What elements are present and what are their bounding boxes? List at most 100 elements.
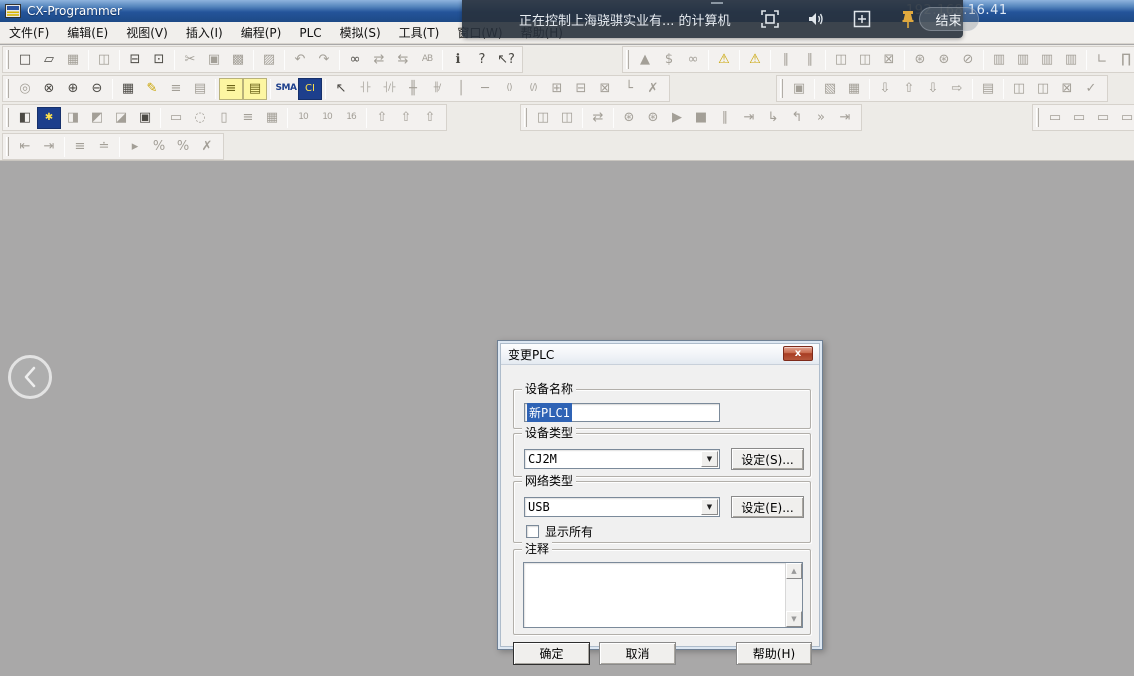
io-comment-icon[interactable]: ▭ — [164, 107, 188, 129]
save-icon[interactable]: ▦ — [61, 49, 85, 71]
toolbar-grip[interactable] — [6, 108, 9, 127]
network-type-settings-button[interactable]: 设定(E)... — [731, 496, 804, 518]
ladder-monitor-icon[interactable]: ≡ — [219, 78, 243, 100]
chevron-down-icon[interactable]: ▼ — [701, 499, 718, 515]
percent-2-icon[interactable]: % — [171, 136, 195, 158]
list-top-icon[interactable]: ≡ — [68, 136, 92, 158]
menu-item-5[interactable]: PLC — [290, 23, 330, 43]
info-icon[interactable]: ℹ — [446, 49, 470, 71]
drag-handle-icon[interactable] — [708, 0, 726, 7]
network-type-select[interactable]: USB ▼ — [524, 497, 720, 517]
context-help-icon[interactable]: ↖? — [494, 49, 518, 71]
menu-item-2[interactable]: 视图(V) — [117, 21, 177, 44]
percent-1-icon[interactable]: % — [147, 136, 171, 158]
contact-no-icon[interactable]: ┤├ — [353, 78, 377, 100]
window-close-icon[interactable]: ⊠ — [877, 49, 901, 71]
force-off-icon[interactable]: ⊛ — [932, 49, 956, 71]
transfer-to-plc-icon[interactable]: ⇩ — [873, 78, 897, 100]
sim-fast-forward-icon[interactable]: » — [809, 107, 833, 129]
io-bit-2-icon[interactable]: ▭ — [1067, 107, 1091, 129]
find-ab-icon[interactable]: AB — [415, 49, 439, 71]
new-file-icon[interactable]: □ — [13, 49, 37, 71]
toolbar-grip[interactable] — [6, 79, 9, 98]
paste-icon[interactable]: ▩ — [226, 49, 250, 71]
compare-icon[interactable]: ⇄ — [367, 49, 391, 71]
contact-nc-icon[interactable]: ┤/├ — [377, 78, 401, 100]
monitor-2-icon[interactable]: ◫ — [1031, 78, 1055, 100]
hex-display-icon[interactable]: 16 — [339, 107, 363, 129]
find-icon[interactable]: ∞ — [343, 49, 367, 71]
force-cancel-icon[interactable]: ⊘ — [956, 49, 980, 71]
sim-run-mode-icon[interactable]: ⊛ — [641, 107, 665, 129]
show-ct-icon[interactable]: CI — [298, 78, 322, 100]
ladder-tree-icon[interactable]: ▤ — [243, 78, 267, 100]
toolbar-grip[interactable] — [6, 50, 9, 69]
cross-reference-icon[interactable]: ◩ — [85, 107, 109, 129]
toolbar-grip[interactable] — [524, 108, 527, 127]
program-check-icon[interactable]: ▣ — [787, 78, 811, 100]
io-memory-3-icon[interactable]: ▥ — [1035, 49, 1059, 71]
partial-transfer-icon[interactable]: ⇨ — [945, 78, 969, 100]
toolbar-grip[interactable] — [6, 137, 9, 156]
sim-step-out-icon[interactable]: ↰ — [785, 107, 809, 129]
properties-icon[interactable]: ▣ — [133, 107, 157, 129]
watch-window-icon[interactable]: ◨ — [61, 107, 85, 129]
menu-item-7[interactable]: 工具(T) — [390, 21, 449, 44]
find-warning-icon[interactable]: ∞ — [681, 49, 705, 71]
comment-icon[interactable]: ✎ — [140, 78, 164, 100]
select-tool-icon[interactable]: ↖ — [329, 78, 353, 100]
pin-icon[interactable] — [897, 8, 919, 30]
sim-window-2-icon[interactable]: ◫ — [555, 107, 579, 129]
print-preview-icon[interactable]: ⊡ — [147, 49, 171, 71]
scroll-down-icon[interactable]: ▼ — [786, 611, 802, 627]
filter-icon[interactable]: ▲ — [633, 49, 657, 71]
io-bit-4-icon[interactable]: ▭ — [1115, 107, 1134, 129]
device-type-settings-button[interactable]: 设定(S)... — [731, 448, 804, 470]
function-block-icon[interactable]: ⊞ — [545, 78, 569, 100]
chevron-down-icon[interactable]: ▼ — [701, 451, 718, 467]
help-icon[interactable]: ? — [470, 49, 494, 71]
plc-error-log-icon[interactable]: ⚠ — [743, 49, 767, 71]
sidebar-toggle-button[interactable] — [8, 355, 52, 399]
address-reference-icon[interactable]: ◪ — [109, 107, 133, 129]
symbol-window-icon[interactable]: ▯ — [212, 107, 236, 129]
output-window-icon[interactable]: ✱ — [37, 107, 61, 129]
io-bit-1-icon[interactable]: ▭ — [1043, 107, 1067, 129]
indent-right-icon[interactable]: ⇥ — [37, 136, 61, 158]
window-2-icon[interactable]: ◫ — [853, 49, 877, 71]
pause-flag-icon[interactable]: ∥ — [774, 49, 798, 71]
monitor-stop-icon[interactable]: ⊠ — [1055, 78, 1079, 100]
menu-item-4[interactable]: 编程(P) — [232, 21, 291, 44]
monitor-1-icon[interactable]: ◫ — [1007, 78, 1031, 100]
delete-line-icon[interactable]: ✗ — [641, 78, 665, 100]
undo-icon[interactable]: ↶ — [288, 49, 312, 71]
zoom-in-icon[interactable]: ⊕ — [61, 78, 85, 100]
monitor-check-icon[interactable]: ✓ — [1079, 78, 1103, 100]
zoom-reset-icon[interactable]: ⊗ — [37, 78, 61, 100]
end-session-button[interactable]: 结束 — [919, 7, 979, 31]
plc-error-icon[interactable]: ⚠ — [712, 49, 736, 71]
flag-clear-icon[interactable]: ✗ — [195, 136, 219, 158]
online-edit-icon[interactable]: ▤ — [976, 78, 1000, 100]
monitor-hold-1-icon[interactable]: ⇧ — [370, 107, 394, 129]
time-chart-icon[interactable]: ∏ — [1114, 49, 1134, 71]
monitor-hold-2-icon[interactable]: ⇧ — [394, 107, 418, 129]
toolbar-grip[interactable] — [780, 79, 783, 98]
sim-step-in-icon[interactable]: ↳ — [761, 107, 785, 129]
io-memory-4-icon[interactable]: ▥ — [1059, 49, 1083, 71]
show-all-checkbox[interactable] — [526, 525, 539, 538]
invert-block-icon[interactable]: ⊠ — [593, 78, 617, 100]
new-window-icon[interactable] — [851, 8, 873, 30]
sim-transfer-icon[interactable]: ⇄ — [586, 107, 610, 129]
flag-icon[interactable]: ▸ — [123, 136, 147, 158]
decimal-display-icon[interactable]: 10 — [291, 107, 315, 129]
pause-icon[interactable]: ∥ — [798, 49, 822, 71]
build-all-icon[interactable]: ▦ — [842, 78, 866, 100]
sim-stop-icon[interactable]: ■ — [689, 107, 713, 129]
grid-icon[interactable]: ▦ — [116, 78, 140, 100]
transfer-from-plc-icon[interactable]: ⇧ — [897, 78, 921, 100]
monitor-value-icon[interactable]: ⇧ — [418, 107, 442, 129]
toolbar-grip[interactable] — [1036, 108, 1039, 127]
help-button[interactable]: 帮助(H) — [736, 642, 812, 665]
close-icon[interactable]: x — [783, 346, 813, 361]
